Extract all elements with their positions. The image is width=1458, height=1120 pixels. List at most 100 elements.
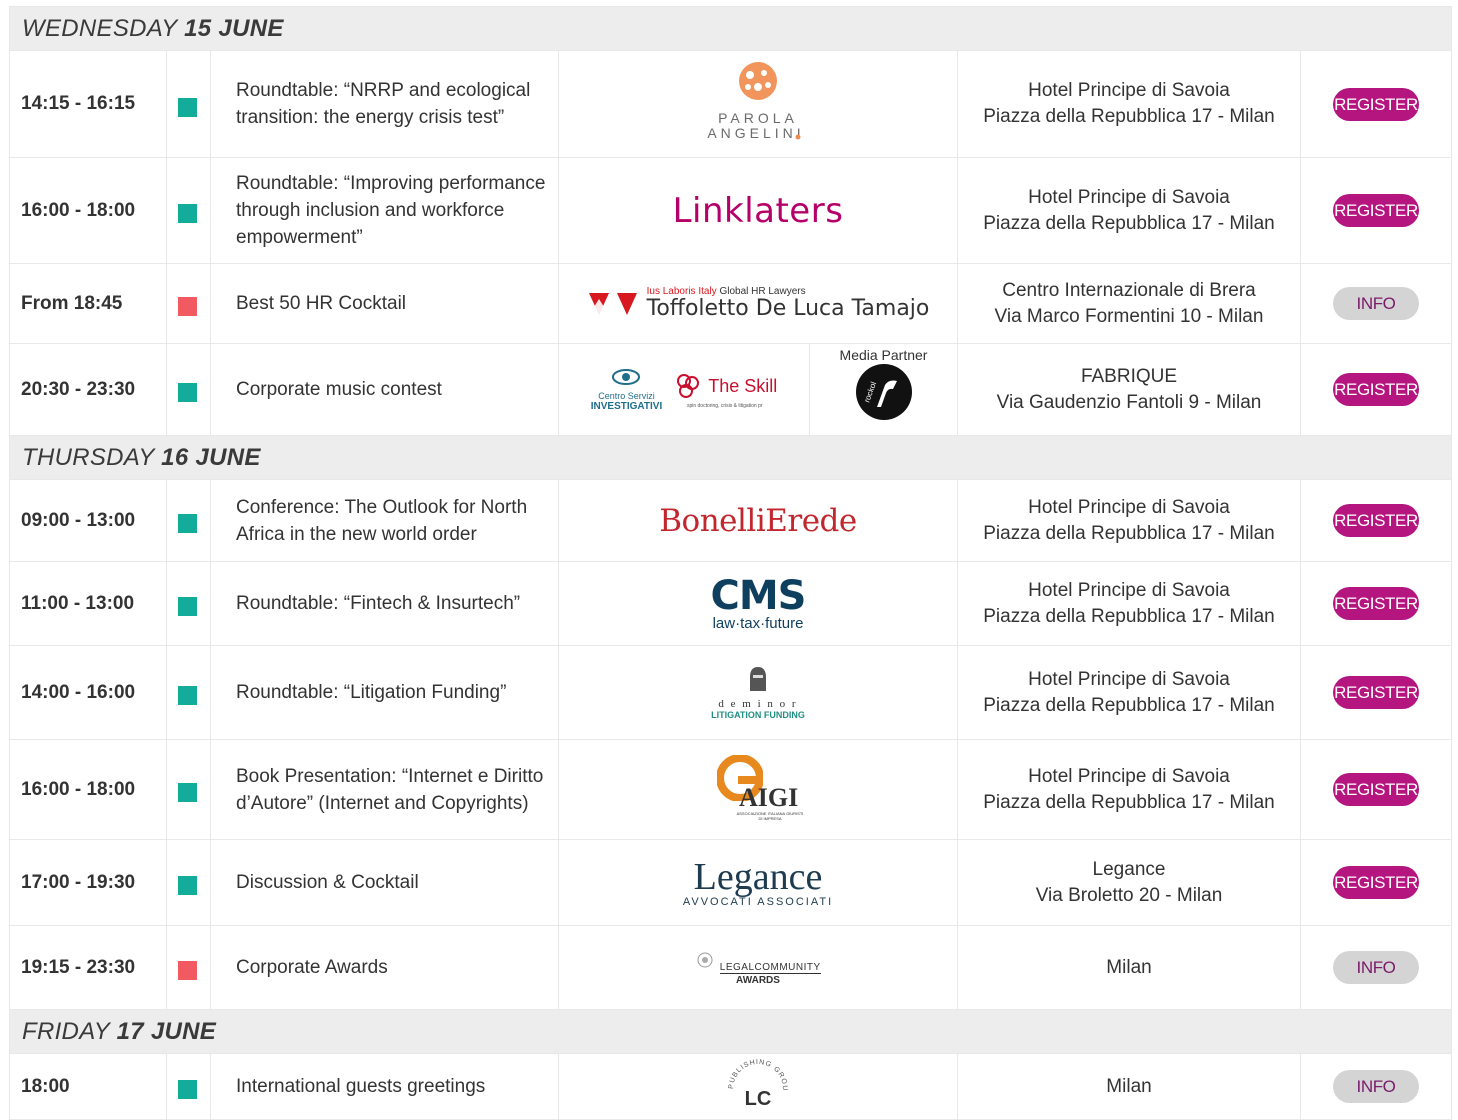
event-time: 11:00 - 13:00 xyxy=(9,561,167,646)
deminor-logo: d e m i n o r LITIGATION FUNDING xyxy=(558,645,958,740)
event-title: Roundtable: “Litigation Funding” xyxy=(210,645,559,740)
event-venue: FABRIQUE Via Gaudenzio Fantoli 9 - Milan xyxy=(957,343,1301,436)
venue-name: Hotel Principe di Savoia xyxy=(1028,80,1230,101)
logo-text-4: spin doctoring, crisis & litigation pr xyxy=(686,402,763,409)
register-button[interactable]: REGISTER xyxy=(1333,773,1420,806)
event-type-marker-green xyxy=(178,686,197,705)
logo-text-2: ANGELINI xyxy=(707,125,804,141)
register-button[interactable]: REGISTER xyxy=(1333,866,1420,899)
info-button[interactable]: INFO xyxy=(1333,951,1420,984)
event-row: 17:00 - 19:30 Discussion & Cocktail Lega… xyxy=(9,839,1453,926)
event-venue: Hotel Principe di Savoia Piazza della Rep… xyxy=(957,50,1301,158)
lc-publishing-mark: PUBLISHING GROUP LC xyxy=(710,1054,788,1110)
day-header-wednesday: WEDNESDAY 15 JUNE xyxy=(8,6,1453,51)
laurel-icon xyxy=(697,952,713,967)
logo-text-1: LEGALCOMMUNITY xyxy=(719,961,821,974)
logo-text-2: ASSOCIAZIONE ITALIANA GIURISTI DI IMPRES… xyxy=(736,811,804,821)
toffoletto-logo: Ius Laboris Italy Global HR Lawyers Toff… xyxy=(558,263,958,344)
day-weekday: FRIDAY xyxy=(22,1017,110,1045)
event-row: 18:00 International guests greetings PUB… xyxy=(9,1053,1453,1120)
venue-name: Hotel Principe di Savoia xyxy=(1028,765,1230,787)
register-button[interactable]: REGISTER xyxy=(1333,587,1420,620)
event-venue: Milan xyxy=(957,1053,1301,1120)
register-button[interactable]: REGISTER xyxy=(1333,504,1420,537)
event-time: 20:30 - 23:30 xyxy=(9,343,167,436)
venue-address: Via Broletto 20 - Milan xyxy=(1035,884,1223,906)
centro-servizi-logo: Centro Servizi INVESTIGATIVI xyxy=(590,368,663,412)
register-button[interactable]: REGISTER xyxy=(1333,676,1420,709)
register-button[interactable]: REGISTER xyxy=(1333,87,1420,121)
event-venue: Milan xyxy=(957,925,1301,1010)
venue-address: Piazza della Repubblica 17 - Milan xyxy=(983,106,1275,127)
event-venue: Hotel Principe di Savoia Piazza della Rep… xyxy=(957,561,1301,646)
info-button[interactable]: INFO xyxy=(1333,287,1420,320)
day-date: 17 JUNE xyxy=(116,1017,217,1045)
logo-text-3: Toffoletto De Luca Tamajo xyxy=(646,296,930,321)
day-weekday: WEDNESDAY xyxy=(22,14,178,42)
event-type-marker-red xyxy=(178,961,197,980)
event-time: 16:00 - 18:00 xyxy=(9,157,167,264)
legalcommunity-awards-logo: LEGALCOMMUNITY AWARDS xyxy=(558,925,958,1010)
event-title: Best 50 HR Cocktail xyxy=(210,263,559,344)
logo-text: BonelliErede xyxy=(659,502,857,539)
logo-text-2: AWARDS xyxy=(736,974,780,986)
flower-icon xyxy=(677,373,700,398)
logo-text-1: PAROLA xyxy=(718,110,798,126)
linklaters-logo: Linklaters xyxy=(558,157,958,264)
event-row: 19:15 - 23:30 Corporate Awards LEGALCOMM… xyxy=(9,925,1453,1010)
logo-text-3: The Skill xyxy=(708,376,778,396)
venue-name: Legance xyxy=(1092,858,1166,880)
toffoletto-mark-icon xyxy=(588,292,637,315)
info-button[interactable]: INFO xyxy=(1333,1070,1420,1103)
event-row: 11:00 - 13:00 Roundtable: “Fintech & Ins… xyxy=(9,561,1453,646)
lc-publishing-logo: PUBLISHING GROUP LC xyxy=(558,1053,958,1120)
parola-angelini-mark: PAROLA ANGELINI xyxy=(707,61,804,141)
venue-name: Hotel Principe di Savoia xyxy=(1028,496,1230,518)
event-row: From 18:45 Best 50 HR Cocktail Ius Labor… xyxy=(9,263,1453,344)
logo-text-1: d e m i n o r xyxy=(718,698,798,710)
event-venue: Centro Internazionale di Brera Via Marco … xyxy=(957,263,1301,344)
event-type-marker-green xyxy=(178,1080,197,1099)
the-skill-logo: The Skill spin doctoring, crisis & litig… xyxy=(672,371,777,409)
knight-helmet-icon xyxy=(750,667,766,691)
event-title: Discussion & Cocktail xyxy=(210,839,559,926)
rockol-logo: rockol xyxy=(855,364,912,420)
event-title: Book Presentation: “Internet e Diritto d… xyxy=(210,739,559,840)
day-header-friday: FRIDAY 17 JUNE xyxy=(8,1009,1453,1054)
logo-text-2: LITIGATION FUNDING xyxy=(711,710,805,720)
event-title: Roundtable: “NRRP and ecological transit… xyxy=(210,50,559,158)
venue-address: Piazza della Repubblica 17 - Milan xyxy=(983,605,1275,627)
register-button[interactable]: REGISTER xyxy=(1333,194,1420,227)
logo-text-1: CMS xyxy=(710,572,807,619)
logo-text-1: PUBLISHING GROUP xyxy=(710,1054,787,1091)
venue-name: Centro Internazionale di Brera xyxy=(1002,279,1256,301)
parola-angelini-logo: PAROLA ANGELINI xyxy=(558,50,958,158)
event-type-marker-green xyxy=(178,597,197,616)
logo-text-2: law·tax·future xyxy=(712,614,804,632)
event-type-marker-green xyxy=(178,97,197,117)
venue-name: Hotel Principe di Savoia xyxy=(1028,186,1230,208)
legance-logo: Legance AVVOCATI ASSOCIATI xyxy=(558,839,958,926)
logo-text-1: Centro Servizi xyxy=(598,390,655,401)
event-venue: Hotel Principe di Savoia Piazza della Rep… xyxy=(957,739,1301,840)
event-row: 16:00 - 18:00 Roundtable: “Improving per… xyxy=(9,157,1453,264)
svg-text:PUBLISHING GROUP: PUBLISHING GROUP xyxy=(713,1059,788,1091)
register-button[interactable]: REGISTER xyxy=(1333,373,1420,406)
day-weekday: THURSDAY xyxy=(22,443,155,471)
event-venue: Hotel Principe di Savoia Piazza della Rep… xyxy=(957,645,1301,740)
venue-name: Hotel Principe di Savoia xyxy=(1028,668,1230,690)
venue-address: Piazza della Repubblica 17 - Milan xyxy=(983,694,1275,716)
venue-name: Hotel Principe di Savoia xyxy=(1028,579,1230,601)
event-venue: Hotel Principe di Savoia Piazza della Rep… xyxy=(957,479,1301,562)
logo-text-2: AVVOCATI ASSOCIATI xyxy=(682,895,834,908)
event-type-marker-green xyxy=(178,383,197,402)
event-row: 16:00 - 18:00 Book Presentation: “Intern… xyxy=(9,739,1453,840)
event-type-marker-green xyxy=(178,204,197,223)
day-header-thursday: THURSDAY 16 JUNE xyxy=(8,435,1453,480)
event-type-marker-red xyxy=(178,297,197,316)
logo-text-2: INVESTIGATIVI xyxy=(590,400,663,412)
logo-text: Linklaters xyxy=(672,190,844,231)
event-title: Conference: The Outlook for North Africa… xyxy=(210,479,559,562)
venue-address: Via Marco Formentini 10 - Milan xyxy=(994,305,1264,327)
day-date: 16 JUNE xyxy=(161,443,261,471)
